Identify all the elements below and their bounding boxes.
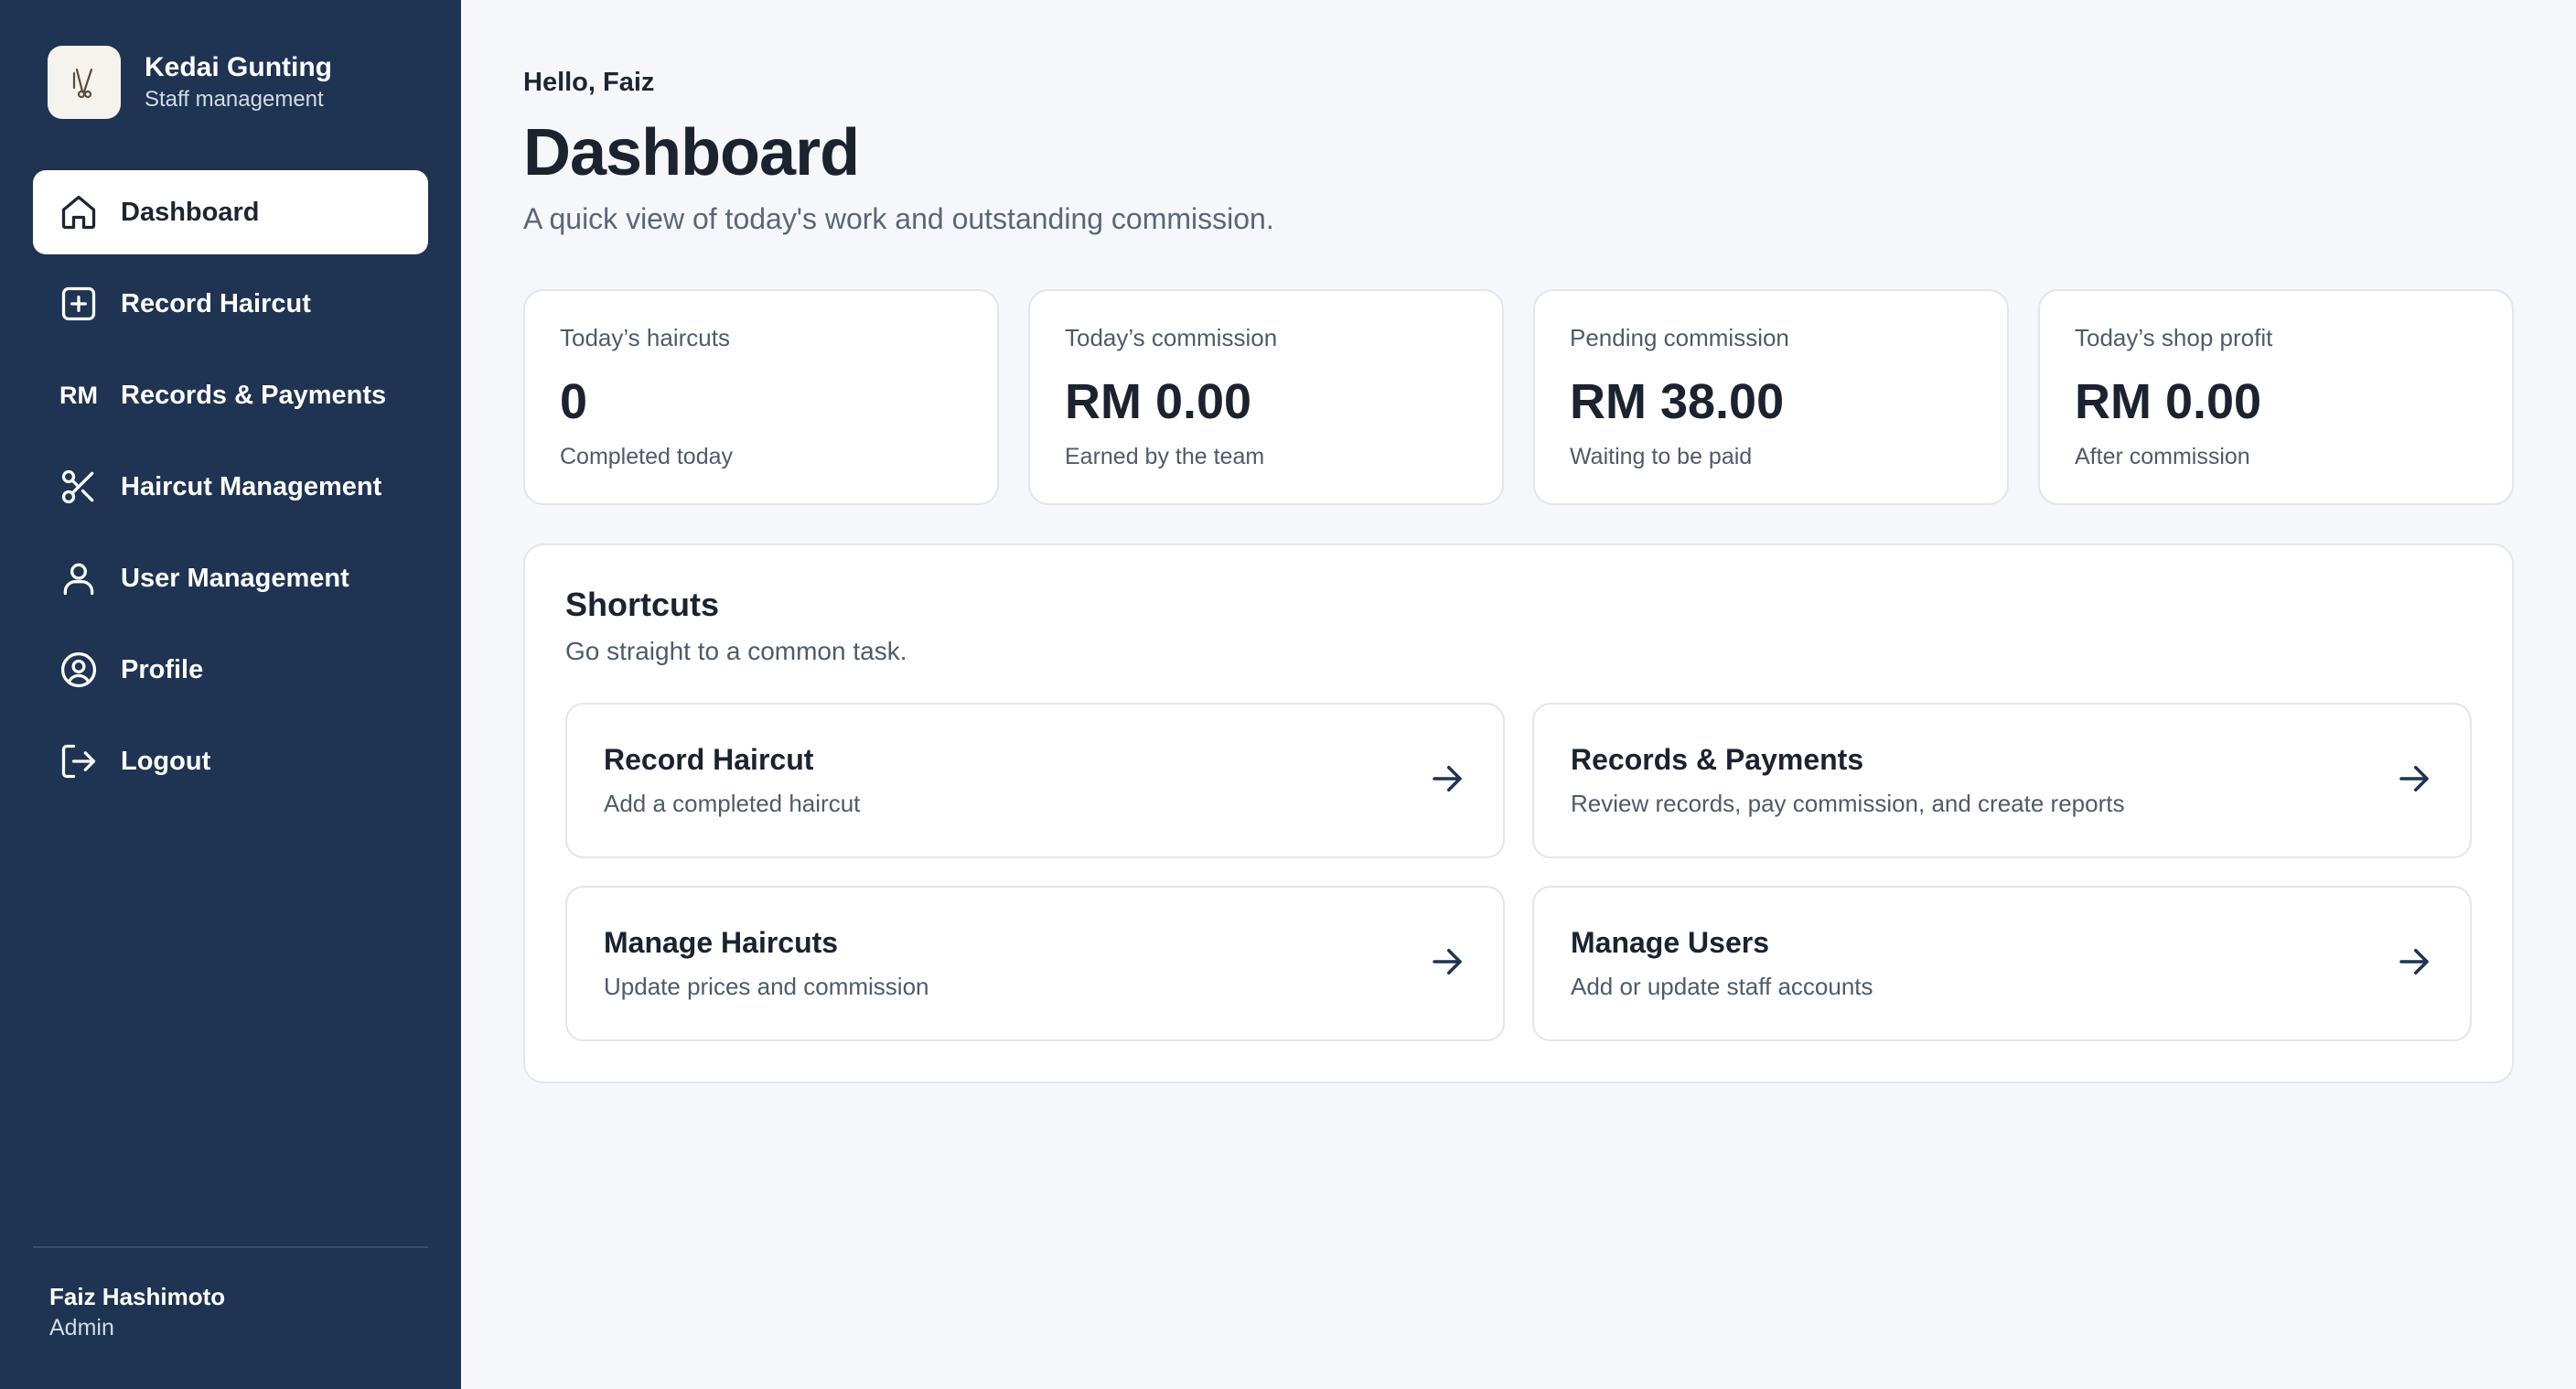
stat-label: Today’s shop profit	[2075, 324, 2273, 351]
stat-label: Today’s haircuts	[560, 324, 730, 351]
shortcut-manage-users[interactable]: Manage Users Add or update staff account…	[1532, 886, 2472, 1041]
sidebar-item-label: Records & Payments	[121, 380, 387, 410]
shortcuts-panel: Shortcuts Go straight to a common task. …	[523, 544, 2514, 1083]
shortcuts-title: Shortcuts	[565, 586, 720, 623]
sidebar-item-records-payments[interactable]: RM Records & Payments	[33, 353, 428, 437]
sidebar-item-record-haircut[interactable]: Record Haircut	[33, 262, 428, 346]
sidebar-item-label: Dashboard	[121, 197, 260, 227]
shortcut-grid: Record Haircut Add a completed haircut R…	[565, 703, 2472, 1041]
shortcut-record-haircut[interactable]: Record Haircut Add a completed haircut	[565, 703, 1505, 858]
greeting: Hello, Faiz	[523, 68, 655, 97]
user-role: Admin	[49, 1315, 114, 1341]
arrow-right-icon	[2395, 759, 2433, 802]
shortcut-manage-haircuts[interactable]: Manage Haircuts Update prices and commis…	[565, 886, 1505, 1041]
arrow-right-icon	[2395, 942, 2433, 985]
sidebar-item-user-management[interactable]: User Management	[33, 536, 428, 620]
shortcut-desc: Add or update staff accounts	[1571, 973, 1873, 1000]
stat-value: RM 0.00	[2075, 374, 2262, 429]
shortcut-title: Record Haircut	[604, 743, 814, 776]
stat-card-pending-commission: Pending commission RM 38.00 Waiting to b…	[1533, 289, 2009, 505]
brand-name: Kedai Gunting	[145, 52, 332, 82]
brand-subtitle: Staff management	[145, 87, 324, 112]
sidebar-item-label: Haircut Management	[121, 471, 382, 501]
sidebar-item-label: Profile	[121, 654, 204, 684]
stat-label: Pending commission	[1570, 324, 1789, 351]
barber-scissors-logo-icon	[48, 46, 121, 119]
page-title: Dashboard	[523, 116, 860, 189]
shortcut-desc: Review records, pay commission, and crea…	[1571, 790, 2125, 817]
sidebar-item-label: Logout	[121, 746, 211, 776]
sidebar-item-profile[interactable]: Profile	[33, 628, 428, 712]
sidebar-item-label: Record Haircut	[121, 288, 311, 318]
home-icon	[59, 192, 99, 232]
main-content: Hello, Faiz Dashboard A quick view of to…	[461, 0, 2576, 1389]
sidebar-item-haircut-management[interactable]: Haircut Management	[33, 445, 428, 529]
user-name: Faiz Hashimoto	[49, 1283, 226, 1310]
stat-caption: After commission	[2075, 444, 2250, 469]
stat-value: 0	[560, 374, 588, 429]
sidebar-item-dashboard[interactable]: Dashboard	[33, 170, 428, 254]
stat-card-shop-profit: Today’s shop profit RM 0.00 After commis…	[2038, 289, 2514, 505]
stat-caption: Completed today	[560, 444, 734, 469]
shortcut-desc: Update prices and commission	[604, 973, 929, 1000]
stat-value: RM 0.00	[1065, 374, 1252, 429]
brand: Kedai Gunting Staff management	[33, 46, 428, 119]
sidebar-item-logout[interactable]: Logout	[33, 719, 428, 803]
stat-caption: Earned by the team	[1065, 444, 1265, 469]
user-circle-icon	[59, 650, 99, 690]
sidebar: Kedai Gunting Staff management Dashboard	[0, 0, 461, 1389]
stat-value: RM 38.00	[1570, 374, 1785, 429]
shortcut-records-payments[interactable]: Records & Payments Review records, pay c…	[1532, 703, 2472, 858]
rm-currency-icon: RM	[59, 381, 98, 409]
shortcut-title: Records & Payments	[1571, 743, 1864, 776]
app-root: Kedai Gunting Staff management Dashboard	[0, 0, 2576, 1389]
scissors-icon	[59, 467, 99, 507]
shortcut-title: Manage Haircuts	[604, 926, 839, 959]
sidebar-item-label: User Management	[121, 563, 349, 593]
stat-caption: Waiting to be paid	[1570, 444, 1753, 469]
stat-label: Today’s commission	[1065, 324, 1278, 351]
stats-row: Today’s haircuts 0 Completed today Today…	[523, 289, 2514, 505]
arrow-right-icon	[1428, 759, 1466, 802]
logout-icon	[59, 741, 99, 781]
sidebar-nav: Dashboard Record Haircut RM Records & Pa…	[33, 170, 428, 811]
arrow-right-icon	[1428, 942, 1466, 985]
stat-card-todays-haircuts: Today’s haircuts 0 Completed today	[523, 289, 999, 505]
sidebar-user: Faiz Hashimoto Admin	[33, 1246, 428, 1343]
page-subtitle: A quick view of today's work and outstan…	[523, 202, 1274, 235]
stat-card-todays-commission: Today’s commission RM 0.00 Earned by the…	[1028, 289, 1504, 505]
shortcut-desc: Add a completed haircut	[604, 790, 861, 817]
shortcuts-subtitle: Go straight to a common task.	[565, 637, 907, 665]
plus-square-icon	[59, 284, 99, 324]
shortcut-title: Manage Users	[1571, 926, 1769, 959]
user-icon	[59, 558, 99, 598]
